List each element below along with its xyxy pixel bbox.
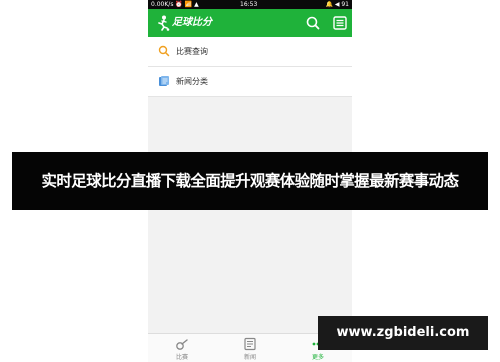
list-icon[interactable] — [331, 14, 349, 32]
newspaper-icon — [244, 337, 256, 351]
menu-list: 比赛查询 新闻分类 — [148, 37, 352, 97]
banner-text: 实时足球比分直播下载全面提升观赛体验随时掌握最新赛事动态 — [41, 172, 459, 190]
menu-item-match-query[interactable]: 比赛查询 — [148, 37, 352, 67]
tab-news[interactable]: 新闻 — [216, 334, 284, 362]
soccer-player-icon — [158, 15, 170, 31]
app-header: 足球比分 — [148, 9, 352, 37]
app-title: 足球比分 — [172, 17, 212, 28]
whistle-icon — [176, 339, 188, 350]
news-category-icon — [159, 76, 169, 86]
tab-match[interactable]: 比赛 — [148, 334, 216, 362]
status-bar-battery: 🔔 ◀ 91 — [325, 1, 349, 8]
menu-item-label: 新闻分类 — [176, 77, 208, 86]
tab-label: 更多 — [311, 354, 324, 361]
title-banner: 实时足球比分直播下载全面提升观赛体验随时掌握最新赛事动态 — [12, 152, 488, 210]
status-bar-indicators: 0.00K/s ⏰ 📶 ▲ — [151, 1, 199, 8]
watermark-text: www.zgbideli.com — [336, 325, 470, 340]
tab-label: 比赛 — [175, 354, 188, 361]
search-icon[interactable] — [304, 14, 322, 32]
status-bar: 0.00K/s ⏰ 📶 ▲ 16:53 🔔 ◀ 91 — [148, 0, 352, 9]
menu-item-news-category[interactable]: 新闻分类 — [148, 67, 352, 97]
search-icon — [158, 45, 170, 57]
site-watermark: www.zgbideli.com — [318, 316, 488, 350]
tab-label: 新闻 — [243, 354, 256, 361]
status-bar-time: 16:53 — [240, 1, 258, 8]
menu-item-label: 比赛查询 — [176, 47, 208, 56]
